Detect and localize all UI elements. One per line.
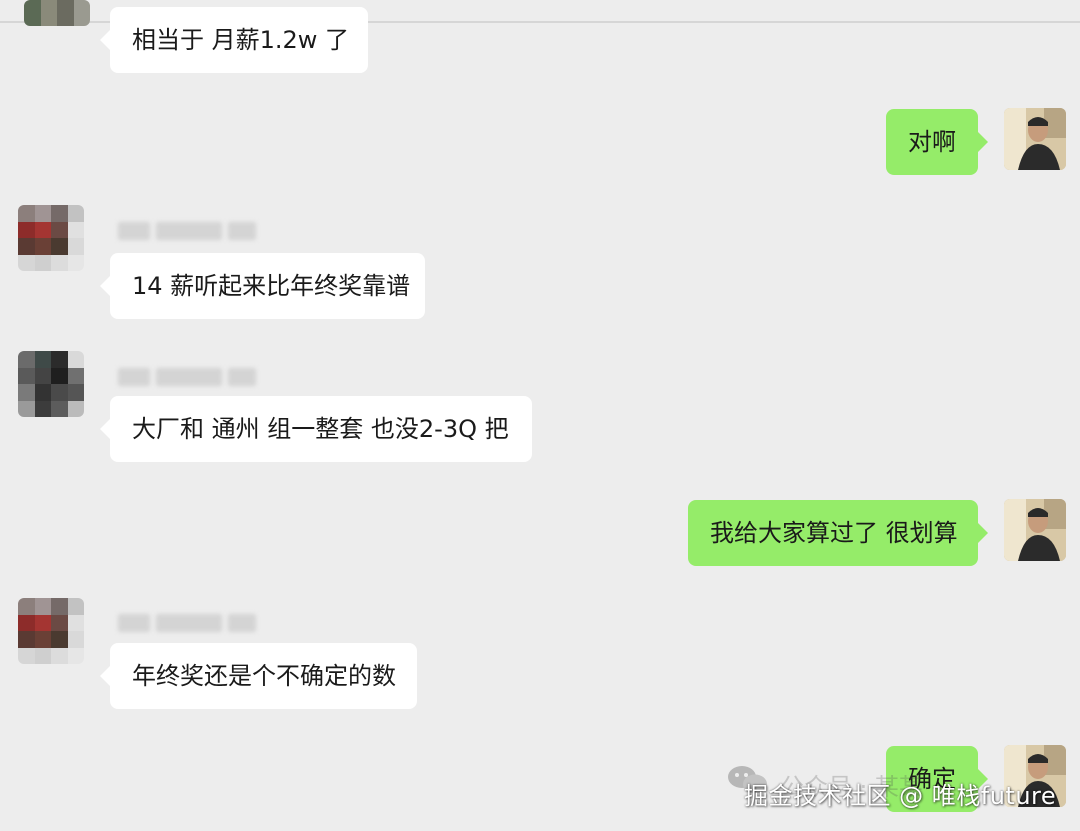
contact-avatar[interactable]: [18, 598, 84, 664]
contact-avatar[interactable]: [18, 205, 84, 271]
incoming-message-bubble[interactable]: 年终奖还是个不确定的数: [100, 643, 417, 709]
message-text: 14 薪听起来比年终奖靠谱: [132, 272, 411, 300]
contact-avatar[interactable]: [24, 0, 90, 26]
outgoing-message-bubble[interactable]: 我给大家算过了 很划算: [688, 500, 988, 566]
incoming-message-bubble[interactable]: 大厂和 通州 组一整套 也没2-3Q 把: [100, 396, 532, 462]
message-text: 相当于 月薪1.2w 了: [132, 26, 350, 54]
message-text: 年终奖还是个不确定的数: [132, 662, 396, 690]
contact-name-redacted: [118, 614, 256, 632]
contact-name-redacted: [118, 368, 256, 386]
self-avatar[interactable]: [1004, 499, 1066, 561]
self-avatar[interactable]: [1004, 108, 1066, 170]
incoming-message-bubble[interactable]: 14 薪听起来比年终奖靠谱: [100, 253, 425, 319]
message-text: 我给大家算过了 很划算: [710, 519, 958, 547]
person-photo-icon: [1004, 499, 1066, 561]
watermark-text: 掘金技术社区 @ 唯栈future: [744, 782, 1057, 810]
outgoing-message-bubble[interactable]: 对啊: [886, 109, 988, 175]
contact-avatar[interactable]: [18, 351, 84, 417]
message-text: 大厂和 通州 组一整套 也没2-3Q 把: [132, 415, 509, 443]
person-photo-icon: [1004, 108, 1066, 170]
contact-name-redacted: [118, 222, 256, 240]
incoming-message-bubble[interactable]: 相当于 月薪1.2w 了: [100, 7, 368, 73]
message-text: 对啊: [908, 128, 956, 156]
